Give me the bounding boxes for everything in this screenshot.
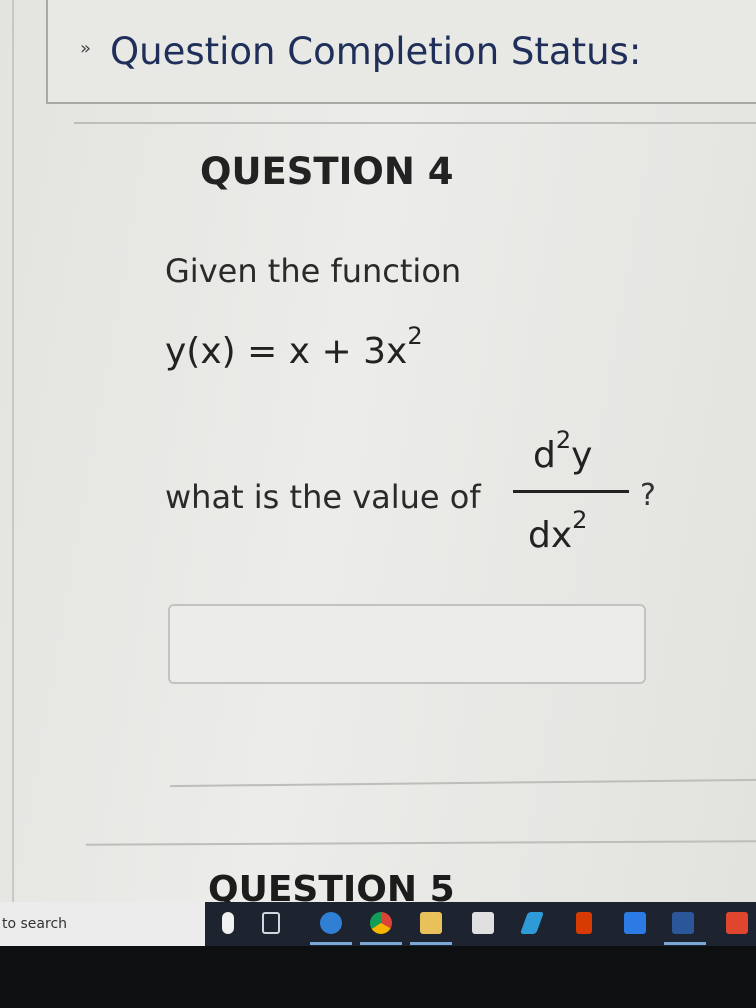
active-underline — [664, 942, 706, 945]
mail-icon[interactable] — [624, 912, 646, 934]
fraction-numerator: d2y — [533, 426, 593, 476]
numerator-tail: y — [571, 435, 593, 476]
file-explorer-icon[interactable] — [420, 912, 442, 934]
search-placeholder: to search — [2, 916, 68, 932]
status-title: Question Completion Status: — [110, 30, 642, 73]
function-expression: y(x) = x + 3x2 — [165, 322, 423, 372]
denominator-exponent: 2 — [572, 506, 588, 534]
active-underline — [360, 942, 402, 945]
answer-input[interactable] — [168, 604, 646, 684]
question-intro: Given the function — [165, 252, 462, 290]
function-lhs: y(x) = x + 3x — [165, 331, 408, 372]
divider — [170, 778, 756, 788]
word-icon[interactable] — [672, 912, 694, 934]
left-frame-border — [12, 0, 14, 902]
app-red-icon[interactable] — [726, 912, 748, 934]
edge-icon[interactable] — [320, 912, 342, 934]
taskbar-search[interactable]: to search — [0, 902, 205, 946]
divider — [74, 122, 756, 124]
numerator-exponent: 2 — [555, 426, 572, 454]
question-completion-status[interactable]: » Question Completion Status: — [46, 0, 756, 104]
question-title: QUESTION 4 — [200, 150, 454, 193]
fraction-denominator: dx2 — [528, 506, 587, 556]
next-question-title: QUESTION 5 — [208, 869, 455, 902]
chrome-icon[interactable] — [370, 912, 392, 934]
browser-content: » Question Completion Status: QUESTION 4… — [0, 0, 756, 902]
mic-icon[interactable] — [222, 912, 234, 934]
office-icon[interactable] — [576, 912, 592, 934]
store-icon[interactable] — [472, 912, 494, 934]
function-exponent: 2 — [407, 322, 423, 350]
monitor-bezel — [0, 946, 756, 1008]
double-chevron-down-icon[interactable]: » — [80, 38, 91, 59]
task-view-icon[interactable] — [262, 912, 280, 934]
question-prompt: what is the value of — [165, 478, 481, 516]
active-underline — [310, 942, 352, 945]
denominator-base: dx — [528, 515, 573, 556]
app-icon[interactable] — [519, 912, 545, 934]
divider — [85, 840, 756, 846]
active-underline — [410, 942, 452, 945]
question-mark: ? — [640, 478, 656, 513]
taskbar: to search — [0, 902, 756, 946]
numerator-base: d — [533, 435, 556, 476]
fraction-bar — [513, 490, 629, 493]
